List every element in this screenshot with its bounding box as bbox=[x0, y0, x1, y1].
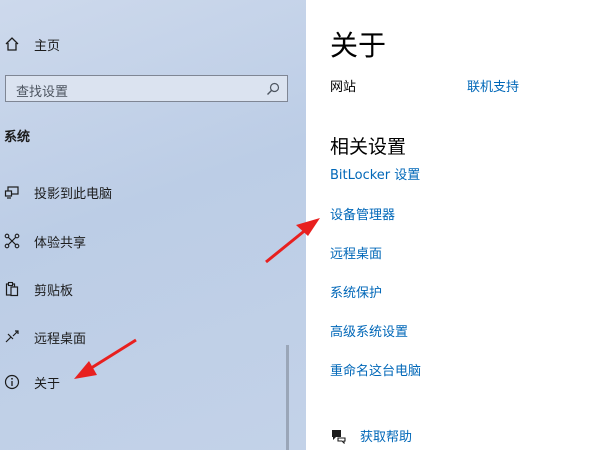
nav-home-label: 主页 bbox=[34, 38, 61, 54]
sidebar-item-label: 投影到此电脑 bbox=[34, 186, 113, 202]
sidebar-item-label: 关于 bbox=[34, 376, 61, 392]
sidebar-item-label: 远程桌面 bbox=[34, 331, 87, 347]
sidebar-scrollbar[interactable] bbox=[286, 345, 289, 450]
sidebar-item-label: 体验共享 bbox=[34, 235, 87, 251]
device-manager-link[interactable]: 设备管理器 bbox=[330, 204, 395, 223]
remote-desktop-icon bbox=[5, 330, 19, 343]
sidebar-item-about[interactable]: 关于 bbox=[4, 370, 60, 394]
clipboard-icon bbox=[5, 281, 19, 297]
sidebar: 主页 查找设置 系统 投影到此电脑 体验共享 剪贴板 远程桌面 关于 bbox=[0, 0, 306, 450]
help-chat-icon bbox=[332, 429, 346, 444]
main-panel bbox=[306, 0, 600, 450]
sidebar-item-clipboard[interactable]: 剪贴板 bbox=[4, 277, 73, 301]
get-help-label: 获取帮助 bbox=[360, 430, 413, 445]
website-label: 网站 bbox=[330, 80, 357, 95]
sidebar-item-label: 剪贴板 bbox=[34, 283, 74, 299]
page-title: 关于 bbox=[330, 29, 387, 62]
get-help-link[interactable]: 获取帮助 bbox=[330, 426, 412, 445]
rename-pc-link[interactable]: 重命名这台电脑 bbox=[330, 360, 421, 379]
section-title-system: 系统 bbox=[4, 130, 31, 145]
related-settings-title: 相关设置 bbox=[330, 136, 407, 158]
bitlocker-settings-link[interactable]: BitLocker 设置 bbox=[330, 164, 420, 183]
home-icon bbox=[5, 37, 19, 51]
search-icon[interactable] bbox=[266, 82, 280, 96]
search-placeholder: 查找设置 bbox=[16, 85, 69, 100]
sidebar-item-shared-experiences[interactable]: 体验共享 bbox=[4, 229, 86, 253]
remote-desktop-link[interactable]: 远程桌面 bbox=[330, 243, 382, 262]
projector-icon bbox=[4, 186, 19, 199]
info-icon bbox=[4, 374, 20, 390]
system-protection-link[interactable]: 系统保护 bbox=[330, 282, 382, 301]
nav-home[interactable]: 主页 bbox=[4, 32, 60, 56]
search-input[interactable]: 查找设置 bbox=[5, 75, 288, 102]
sidebar-item-remote-desktop[interactable]: 远程桌面 bbox=[4, 325, 86, 349]
online-support-link[interactable]: 联机支持 bbox=[467, 76, 519, 95]
advanced-system-settings-link[interactable]: 高级系统设置 bbox=[330, 321, 408, 340]
shared-experiences-icon bbox=[4, 233, 20, 249]
sidebar-item-projecting[interactable]: 投影到此电脑 bbox=[4, 180, 112, 204]
